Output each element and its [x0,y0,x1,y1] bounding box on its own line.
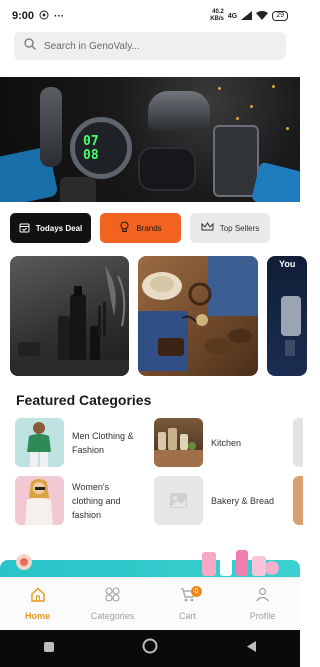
hero-banner[interactable]: 07 08 [0,77,300,202]
category-bakery-bread[interactable]: Bakery & Bread [154,476,274,525]
category-thumb [154,476,203,525]
nav-label: Cart [178,611,196,621]
promo-strip-decoration [16,554,32,570]
back-button[interactable] [245,640,257,658]
banner-product-earbuds [138,147,196,191]
promo-carousel: You [10,256,307,376]
watch-display: 07 08 [83,134,99,163]
promo-card-partial[interactable]: You [267,256,307,376]
chip-top-sellers[interactable]: Top Sellers [190,213,270,243]
network-type: 4G [227,12,238,20]
category-women-clothing[interactable]: Women's clothing and fashion [15,476,121,525]
status-bar: 9:00 ··· 40.2 KB/s 4G 29 [0,0,300,32]
search-input[interactable]: Search in GenoValy... [44,41,140,52]
image-placeholder-icon [169,491,188,515]
promo-card-mens-accessories[interactable] [138,256,258,376]
banner-product-trimmer [40,87,62,167]
chip-label: Todays Deal [35,223,83,233]
nav-categories[interactable]: Categories [75,578,150,630]
network-speed: 40.2 KB/s [210,9,224,22]
nav-label: Categories [90,611,135,621]
category-thumb [15,418,64,467]
promo-card-cosmetics[interactable] [10,256,129,376]
lightbulb-icon [119,221,130,235]
system-navigation-bar [0,630,300,667]
nav-profile[interactable]: Profile [225,578,300,630]
cart-count-badge: 0 [191,586,202,597]
wifi-icon [256,10,269,22]
signal-icon [241,10,253,22]
featured-categories-title: Featured Categories [16,392,152,408]
banner-product-shaver [148,91,210,131]
calendar-icon [19,222,30,235]
search-icon [24,37,36,55]
banner-product-watch [70,117,132,179]
quick-filter-chips: Todays Deal Brands Top Sellers [10,213,300,243]
home-icon [30,587,46,607]
more-notifications-icon: ··· [54,10,65,22]
nav-label: Home [24,611,50,621]
category-partial-next[interactable] [293,476,303,525]
bottom-navigation: Home Categories 0 Cart Profile [0,577,300,630]
recent-apps-button[interactable] [43,640,55,658]
category-label: Women's clothing and fashion [72,481,121,520]
chip-brands[interactable]: Brands [100,213,181,243]
status-time: 9:00 [12,10,35,22]
grid-icon [105,587,120,607]
category-thumb [154,418,203,467]
category-thumb [15,476,64,525]
category-kitchen[interactable]: Kitchen [154,418,241,467]
category-label: Kitchen [211,437,242,448]
category-partial-next[interactable] [293,418,303,467]
nav-home[interactable]: Home [0,578,75,630]
battery-indicator: 29 [272,11,288,21]
chip-todays-deal[interactable]: Todays Deal [10,213,91,243]
search-bar[interactable]: Search in GenoValy... [14,32,286,60]
home-button[interactable] [142,638,158,659]
nav-cart[interactable]: 0 Cart [150,578,225,630]
whatsapp-icon [39,10,49,23]
category-label: Bakery & Bread [211,495,275,506]
crown-icon [201,222,214,234]
chip-label: Brands [136,223,162,233]
nav-label: Profile [249,611,276,621]
user-icon [255,587,270,607]
category-men-clothing[interactable]: Men Clothing & Fashion [15,418,134,467]
banner-product-phone [213,125,259,197]
category-label: Men Clothing & Fashion [72,430,134,455]
chip-label: Top Sellers [219,223,260,233]
promo-strip-products [202,550,279,576]
